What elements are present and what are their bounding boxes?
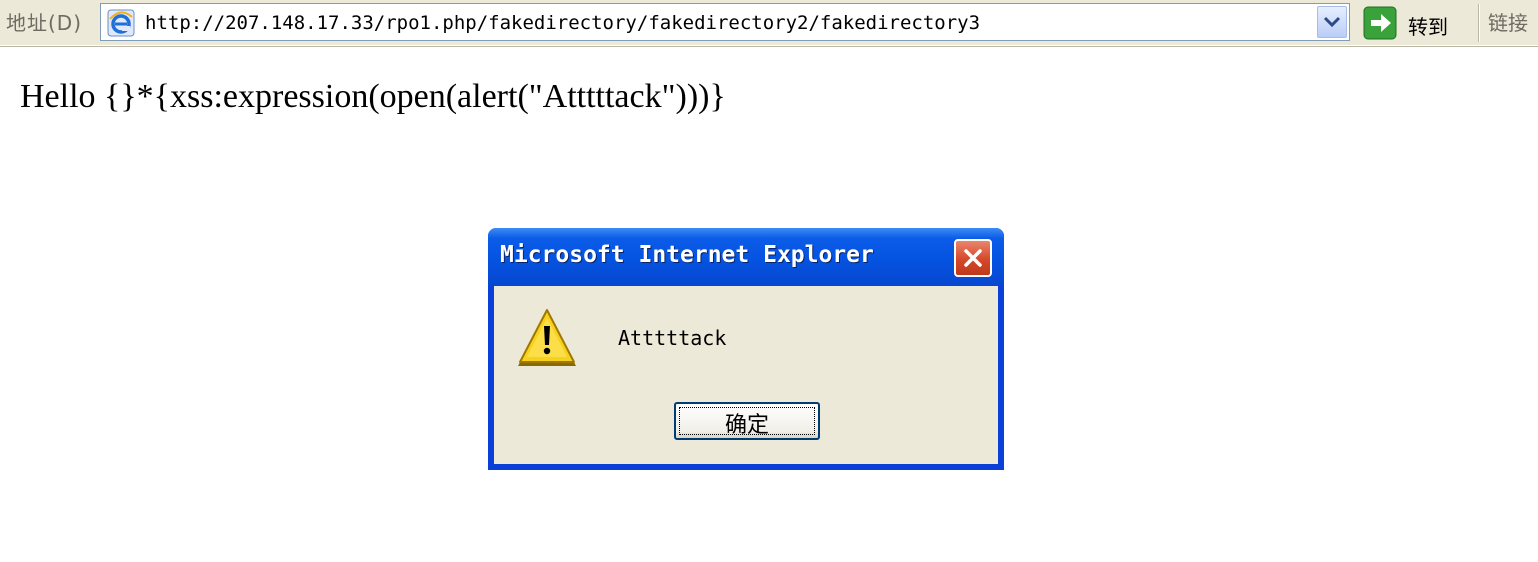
go-arrow-icon — [1363, 6, 1397, 40]
close-icon — [964, 249, 982, 267]
dialog-body: Atttttack 确定 — [494, 286, 998, 464]
dialog-titlebar[interactable]: Microsoft Internet Explorer — [488, 228, 1004, 286]
page-body-text: Hello {}*{xss:expression(open(alert("Att… — [20, 78, 726, 115]
address-url[interactable]: http://207.148.17.33/rpo1.php/fakedirect… — [145, 12, 980, 34]
address-field[interactable]: http://207.148.17.33/rpo1.php/fakedirect… — [100, 3, 1350, 41]
address-bar: 地址(D) http://207.148.17.33/rpo1.php/fake… — [0, 0, 1538, 47]
warning-icon — [518, 309, 576, 366]
links-button[interactable]: 链接 — [1488, 7, 1528, 36]
dialog-message: Atttttack — [618, 326, 727, 350]
dialog-title: Microsoft Internet Explorer — [500, 242, 874, 268]
ie-page-icon — [107, 9, 135, 37]
go-label: 转到 — [1408, 15, 1448, 39]
ok-button-label: 确定 — [724, 412, 769, 437]
go-button[interactable]: 转到 — [1362, 5, 1470, 41]
alert-dialog: Microsoft Internet Explorer Atttttack 确定 — [488, 228, 1004, 470]
close-button[interactable] — [954, 239, 992, 277]
address-label: 地址(D) — [6, 11, 83, 35]
address-dropdown-button[interactable] — [1317, 6, 1347, 38]
toolbar-separator — [1478, 4, 1480, 42]
ok-button[interactable]: 确定 — [674, 402, 820, 440]
chevron-down-icon — [1323, 16, 1341, 28]
